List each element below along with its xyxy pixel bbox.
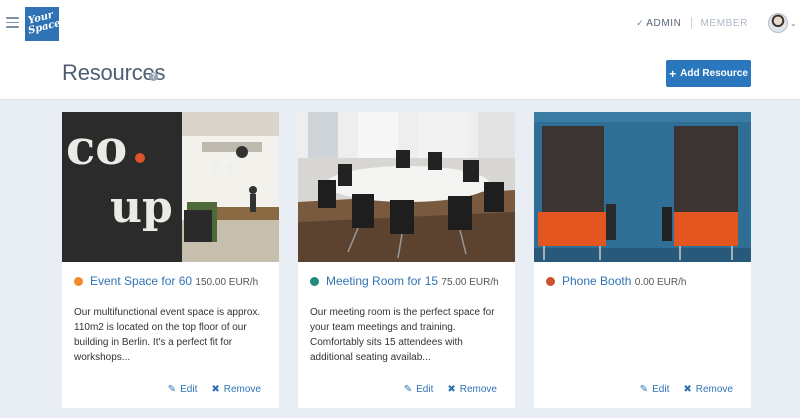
role-member-toggle[interactable]: MEMBER <box>701 18 749 29</box>
card-actions: ✎ Edit ✖ Remove <box>404 384 497 395</box>
pencil-icon: ✎ <box>403 384 413 395</box>
svg-text:co: co <box>66 120 127 176</box>
status-dot <box>74 277 83 286</box>
resource-name[interactable]: Phone Booth <box>562 274 631 288</box>
edit-button[interactable]: ✎ Edit <box>640 384 670 395</box>
chevron-down-icon[interactable]: ⌄ <box>790 19 800 28</box>
card-actions: ✎ Edit ✖ Remove <box>640 384 733 395</box>
resource-price: 75.00 EUR/h <box>441 277 499 288</box>
add-resource-button[interactable]: + Add Resource <box>666 60 751 87</box>
resource-name[interactable]: Event Space for 60 <box>90 274 192 288</box>
help-icon[interactable]: ? <box>149 72 158 81</box>
resource-card: Meeting Room for 15 75.00 EUR/h Our meet… <box>298 112 515 408</box>
remove-label: Remove <box>459 384 497 395</box>
avatar[interactable] <box>768 13 788 33</box>
edit-label: Edit <box>652 384 670 395</box>
pencil-icon: ✎ <box>639 384 649 395</box>
edit-button[interactable]: ✎ Edit <box>404 384 434 395</box>
resource-photo[interactable] <box>298 112 515 262</box>
edit-label: Edit <box>180 384 198 395</box>
resource-title-row: Event Space for 60 150.00 EUR/h <box>74 274 274 288</box>
close-icon: ✖ <box>683 384 692 395</box>
close-icon: ✖ <box>211 384 220 395</box>
add-resource-label: Add Resource <box>680 68 748 79</box>
resource-price: 0.00 EUR/h <box>634 277 687 288</box>
status-dot <box>310 277 319 286</box>
svg-text:up: up <box>110 182 173 233</box>
pencil-icon: ✎ <box>167 384 177 395</box>
plus-icon: + <box>669 66 677 81</box>
top-bar: Your Space ✓ ADMIN MEMBER ⌄ <box>0 0 800 48</box>
resource-title-row: Meeting Room for 15 75.00 EUR/h <box>310 274 510 288</box>
role-switch: ✓ ADMIN MEMBER <box>636 17 748 29</box>
page-header: Resources ? + Add Resource <box>0 48 800 100</box>
resource-title-row: Phone Booth 0.00 EUR/h <box>546 274 746 288</box>
resource-description: Our meeting room is the perfect space fo… <box>310 307 495 363</box>
role-admin-label: ADMIN <box>646 17 682 29</box>
close-icon: ✖ <box>447 384 456 395</box>
resource-description: Our multifunctional event space is appro… <box>74 307 261 363</box>
remove-button[interactable]: ✖ Remove <box>683 384 733 395</box>
check-icon: ✓ <box>636 17 645 28</box>
menu-icon[interactable] <box>6 17 19 28</box>
edit-button[interactable]: ✎ Edit <box>168 384 198 395</box>
remove-button[interactable]: ✖ Remove <box>447 384 497 395</box>
divider <box>690 17 692 29</box>
card-actions: ✎ Edit ✖ Remove <box>168 384 261 395</box>
remove-label: Remove <box>223 384 261 395</box>
resource-card: co up Event Space for 60 150.00 EUR/h Ou… <box>62 112 279 408</box>
resource-photo[interactable]: co up <box>62 112 279 262</box>
app-logo[interactable]: Your Space <box>25 7 62 41</box>
remove-label: Remove <box>695 384 733 395</box>
resource-card: Phone Booth 0.00 EUR/h ✎ Edit ✖ Remove <box>534 112 751 408</box>
edit-label: Edit <box>416 384 434 395</box>
resource-price: 150.00 EUR/h <box>195 277 259 288</box>
resource-photo[interactable] <box>534 112 751 262</box>
remove-button[interactable]: ✖ Remove <box>211 384 261 395</box>
role-admin-toggle[interactable]: ✓ ADMIN <box>636 18 681 29</box>
status-dot <box>546 277 555 286</box>
resource-name[interactable]: Meeting Room for 15 <box>326 274 438 288</box>
